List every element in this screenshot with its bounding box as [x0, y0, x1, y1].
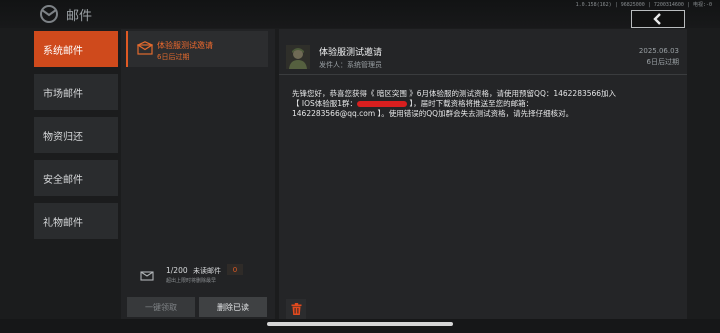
page-title: 邮件 — [66, 8, 93, 24]
mail-body-line-1: 先锋您好，恭喜您获得《 暗区突围 》6月体验服的测试资格，请使用预留QQ：146… — [292, 89, 617, 98]
sidebar-item-supply-return[interactable]: 物资归还 — [34, 117, 118, 153]
envelope-icon — [137, 41, 153, 55]
system-info: 1.0.158(162) | 96825000 | 7200314600 | 电… — [575, 2, 712, 8]
unread-count-badge: 0 — [227, 264, 243, 275]
mailbox-envelope-icon — [140, 271, 154, 281]
trash-icon — [291, 303, 301, 315]
redaction-mark — [357, 101, 408, 107]
delete-mail-button[interactable] — [286, 299, 306, 319]
home-indicator[interactable] — [267, 322, 453, 326]
mail-detail-panel: 体验服测试邀请 发件人：系统管理员 2025.06.03 6日后过期 先锋您好，… — [279, 29, 687, 319]
sender-avatar — [286, 45, 310, 69]
mail-body-line-2: 【 IOS体验服1群： 】，届时下载资格将推送至您的邮箱： — [292, 99, 680, 109]
mail-detail-header: 体验服测试邀请 发件人：系统管理员 2025.06.03 6日后过期 — [279, 29, 687, 75]
mail-logo-icon — [40, 5, 58, 23]
sidebar-item-label: 物资归还 — [43, 131, 83, 143]
mail-expiry: 6日后过期 — [646, 58, 679, 66]
unread-label: 未读邮件 — [193, 267, 221, 275]
mail-title: 体验服测试邀请 — [319, 48, 383, 58]
mail-list-panel: 体验服测试邀请 6日后过期 1/200 未读邮件 0 超出上限时将删除最早 一键… — [121, 29, 275, 319]
mail-body-line-2b: 】，届时下载资格将推送至您的邮箱： — [407, 99, 534, 108]
chevron-left-icon — [653, 13, 661, 25]
sidebar-item-gift-mail[interactable]: 礼物邮件 — [34, 203, 118, 239]
mail-body-line-2a: 【 IOS体验服1群： — [292, 99, 358, 108]
sidebar-item-label: 礼物邮件 — [43, 217, 83, 229]
sidebar-item-market-mail[interactable]: 市场邮件 — [34, 74, 118, 110]
mailbox-note: 超出上限时将删除最早 — [166, 278, 217, 284]
header-title-group: 邮件 — [38, 4, 92, 24]
sidebar-item-label: 系统邮件 — [43, 45, 83, 57]
back-button[interactable] — [631, 10, 685, 28]
mail-body: 先锋您好，恭喜您获得《 暗区突围 》6月体验服的测试资格，请使用预留QQ：146… — [292, 89, 680, 119]
category-sidebar: 系统邮件 市场邮件 物资归还 安全邮件 礼物邮件 — [32, 29, 120, 319]
mail-body-line-3: 1462283566@qq.com 】。使用错误的QQ加群会失去测试资格，请先择… — [292, 109, 574, 118]
mail-item-expiry: 6日后过期 — [157, 53, 190, 61]
delete-read-button[interactable]: 删除已读 — [199, 297, 267, 317]
mail-sender: 发件人：系统管理员 — [319, 61, 382, 69]
claim-all-button[interactable]: 一键领取 — [127, 297, 195, 317]
sidebar-item-label: 市场邮件 — [43, 88, 83, 100]
mail-item-title: 体验服测试邀请 — [157, 41, 213, 50]
sidebar-item-system-mail[interactable]: 系统邮件 — [34, 31, 118, 67]
mail-list-item[interactable]: 体验服测试邀请 6日后过期 — [126, 31, 268, 67]
sidebar-item-label: 安全邮件 — [43, 174, 83, 186]
mailbox-count: 1/200 — [166, 266, 188, 275]
sidebar-item-security-mail[interactable]: 安全邮件 — [34, 160, 118, 196]
mail-date: 2025.06.03 — [638, 47, 679, 55]
